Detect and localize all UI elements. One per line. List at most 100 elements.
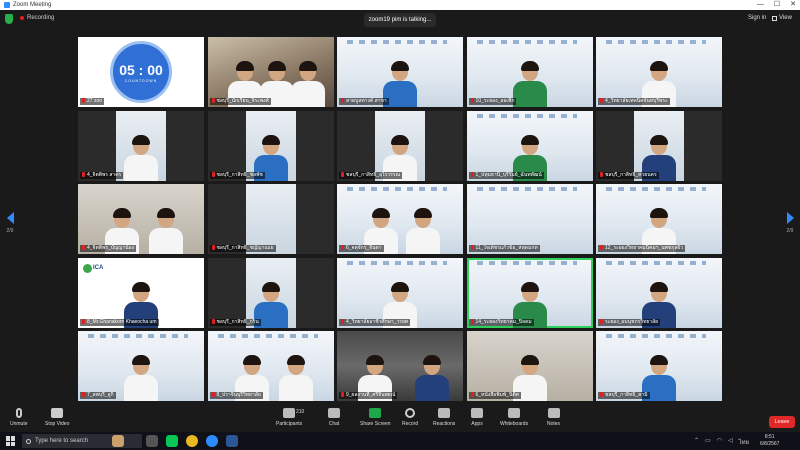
task-view-icon[interactable] bbox=[146, 435, 158, 447]
next-page-button[interactable]: 2/9 bbox=[783, 212, 797, 234]
participant-name: ระยอง_ผมนุชกรวิทยาลัย bbox=[598, 318, 661, 326]
participant-name: 6_จตุจักร_จินดา bbox=[339, 245, 384, 252]
recording-label: Recording bbox=[27, 15, 55, 21]
participant-name: 7_ลพบุรี_ลูกิ bbox=[80, 392, 116, 399]
participant-name: 4_จิตติพร สาคร bbox=[80, 171, 124, 179]
participant-name: 11_ใจเพ็ชรแก้วข้อ_หทุดมกท bbox=[468, 245, 540, 252]
video-tile[interactable]: 1_ปทุมธานี_บุรีรัมย์_ฉันทพัฒน์ bbox=[466, 110, 593, 181]
video-tile[interactable]: 10_ระยอง_ลอเพิก bbox=[466, 37, 593, 107]
page-indicator-right: 2/9 bbox=[786, 228, 794, 234]
maximize-icon[interactable]: ☐ bbox=[774, 0, 780, 10]
participant-name: ลาดบูลทางค์ สาขา bbox=[339, 98, 389, 105]
zoom-app-icon bbox=[4, 2, 10, 8]
share-screen-button[interactable]: Share Screen bbox=[360, 408, 391, 427]
video-tile[interactable]: 9_ผลงานที่_ศรีจีนพยณ์ bbox=[337, 331, 463, 401]
participant-name: 4_วิทยาลัยเทคนิคจันทบุรีพระ bbox=[598, 98, 670, 105]
video-tile[interactable]: 4_วิทยาลัยอาชีวศึกษา_วรยศ bbox=[337, 257, 463, 328]
video-tile[interactable]: ชลบุรี_กาสิทธิ์_คามิ bbox=[596, 331, 722, 401]
video-tile[interactable]: ชลบุรี_กาสิทธิ์_อุไรวรรณ bbox=[337, 110, 463, 181]
countdown-time: 05 : 00 bbox=[119, 61, 163, 78]
participant-name: 8_Mr.Ghanakorn Khaeocha um bbox=[80, 318, 159, 326]
stop-video-button[interactable]: Stop Video bbox=[45, 408, 69, 427]
taskbar-search[interactable]: Type here to search bbox=[22, 434, 142, 448]
video-tile[interactable]: 12_ระยองวิทยาคมนิคมฯ_นพชกุลผิว bbox=[596, 184, 722, 254]
microphone-muted-icon bbox=[15, 408, 22, 418]
video-tile[interactable]: ลาดบูลทางค์ สาขา bbox=[337, 37, 463, 107]
notes-button[interactable]: Notes bbox=[547, 408, 560, 427]
muted-mic-icon bbox=[470, 245, 474, 250]
cortana-icon[interactable] bbox=[112, 435, 124, 447]
whiteboards-button[interactable]: Whiteboards bbox=[500, 408, 528, 427]
system-clock[interactable]: 8:51 6/8/2567 bbox=[760, 434, 779, 448]
video-tile[interactable]: ระยอง_ผมนุชกรวิทยาลัย bbox=[596, 257, 722, 328]
muted-mic-icon bbox=[211, 245, 215, 250]
volume-icon[interactable]: ◁ bbox=[728, 437, 733, 447]
video-tile[interactable]: 4_วิทยาลัยเทคนิคจันทบุรีพระ bbox=[596, 37, 722, 107]
video-tile[interactable]: ICA 8_Mr.Ghanakorn Khaeocha um bbox=[78, 257, 204, 328]
zoom-taskbar-icon[interactable] bbox=[206, 435, 218, 447]
video-tile[interactable]: 7_ลพบุรี_ลูกิ bbox=[78, 331, 204, 401]
window-title: Zoom Meeting bbox=[13, 2, 52, 8]
video-tile[interactable]: ชลบุรี_กาสิทธิ์_ชลพัช bbox=[207, 110, 334, 181]
countdown-timer: 05 : 00 COUNTDOWN bbox=[110, 41, 172, 103]
minimize-icon[interactable]: — bbox=[757, 0, 764, 10]
sign-in-button[interactable]: Sign in bbox=[748, 15, 766, 21]
previous-page-button[interactable]: 2/9 bbox=[3, 212, 17, 234]
muted-mic-icon bbox=[470, 392, 474, 397]
chevron-up-icon[interactable]: ⌃ bbox=[694, 437, 699, 447]
video-tile[interactable]: ชลบุรี_นักเรียน_จิระพงศ์ bbox=[207, 37, 334, 107]
search-icon bbox=[26, 438, 31, 444]
recording-indicator[interactable]: Recording bbox=[20, 15, 54, 21]
muted-mic-icon bbox=[600, 98, 603, 103]
video-tile[interactable]: ชลบุรี_กาสิทธิ์_กริน bbox=[207, 257, 334, 328]
muted-mic-icon bbox=[600, 318, 603, 324]
video-tile[interactable]: ชลบุรี_กาสิทธิ์_ชญัญาณเย bbox=[207, 184, 334, 254]
participant-video bbox=[149, 208, 184, 254]
participant-name: 8_ปราจีนบุรีวิทยาลัย bbox=[209, 392, 263, 399]
muted-mic-icon bbox=[600, 245, 603, 250]
grid-view-icon bbox=[772, 15, 777, 21]
apps-icon bbox=[471, 408, 483, 418]
participant-video bbox=[405, 208, 440, 254]
clock-date: 6/8/2567 bbox=[760, 441, 780, 447]
video-frame bbox=[245, 184, 296, 254]
participant-name: 4_วิทยาลัยอาชีวศึกษา_วรยศ bbox=[339, 318, 411, 326]
video-tile[interactable]: 14_ระยองวิทยาคม_ปิลดม bbox=[466, 257, 593, 328]
participant-name: ชลบุรี_กาสิทธิ์_กริน bbox=[209, 318, 261, 326]
muted-mic-icon bbox=[82, 245, 85, 250]
video-tile[interactable]: 6_หนังสือพิมพ์_นิติศ bbox=[466, 331, 593, 401]
participant-name: 6_หนังสือพิมพ์_นิติศ bbox=[468, 392, 521, 399]
video-tile[interactable]: 4_จิตติพร สาคร bbox=[78, 110, 204, 181]
reactions-button[interactable]: Reactions bbox=[433, 408, 455, 427]
video-tile[interactable]: 6_จตุจักร_จินดา bbox=[337, 184, 463, 254]
chrome-icon[interactable] bbox=[186, 435, 198, 447]
participant-name: 12_ระยองวิทยาคมนิคมฯ_นพชกุลผิว bbox=[598, 245, 686, 252]
video-tile[interactable]: 11_ใจเพ็ชรแก้วข้อ_หทุดมกท bbox=[466, 184, 593, 254]
display-icon[interactable]: ▭ bbox=[705, 437, 711, 447]
windows-start-icon[interactable] bbox=[6, 436, 16, 446]
apps-button[interactable]: Apps bbox=[471, 408, 483, 427]
close-icon[interactable]: ✕ bbox=[790, 0, 796, 10]
muted-mic-icon bbox=[211, 318, 215, 324]
participant-name: ชลบุรี_กาสิทธิ์_ชญัญาณเย bbox=[209, 245, 276, 252]
video-tile[interactable]: ชลบุรี_กาสิทธิ์_ควยนคร bbox=[596, 110, 722, 181]
page-indicator-left: 2/9 bbox=[6, 228, 14, 234]
meeting-controls-toolbar: Unmute Stop Video Participants 210 Chat … bbox=[0, 405, 800, 432]
leave-button[interactable]: Leave bbox=[769, 416, 795, 428]
share-screen-icon bbox=[369, 408, 382, 418]
video-tile[interactable]: 05 : 00 COUNTDOWN 27 zoo bbox=[78, 37, 204, 107]
word-icon[interactable] bbox=[226, 435, 238, 447]
record-button[interactable]: Record bbox=[402, 408, 418, 427]
muted-mic-icon bbox=[470, 171, 474, 177]
video-tile[interactable]: 4_จิตติพร_บัญญาน้อง bbox=[78, 184, 204, 254]
wifi-icon[interactable]: ◠ bbox=[717, 437, 722, 447]
chat-button[interactable]: Chat bbox=[328, 408, 340, 427]
security-shield-icon[interactable] bbox=[5, 14, 13, 24]
participant-name: ชลบุรี_นักเรียน_จิระพงศ์ bbox=[209, 98, 271, 105]
video-tile[interactable]: 8_ปราจีนบุรีวิทยาลัย bbox=[207, 331, 334, 401]
view-button[interactable]: View bbox=[772, 15, 792, 21]
muted-mic-icon bbox=[470, 318, 474, 324]
unmute-button[interactable]: Unmute bbox=[10, 408, 28, 427]
line-app-icon[interactable] bbox=[166, 435, 178, 447]
language-indicator[interactable]: ไทย bbox=[739, 437, 750, 447]
